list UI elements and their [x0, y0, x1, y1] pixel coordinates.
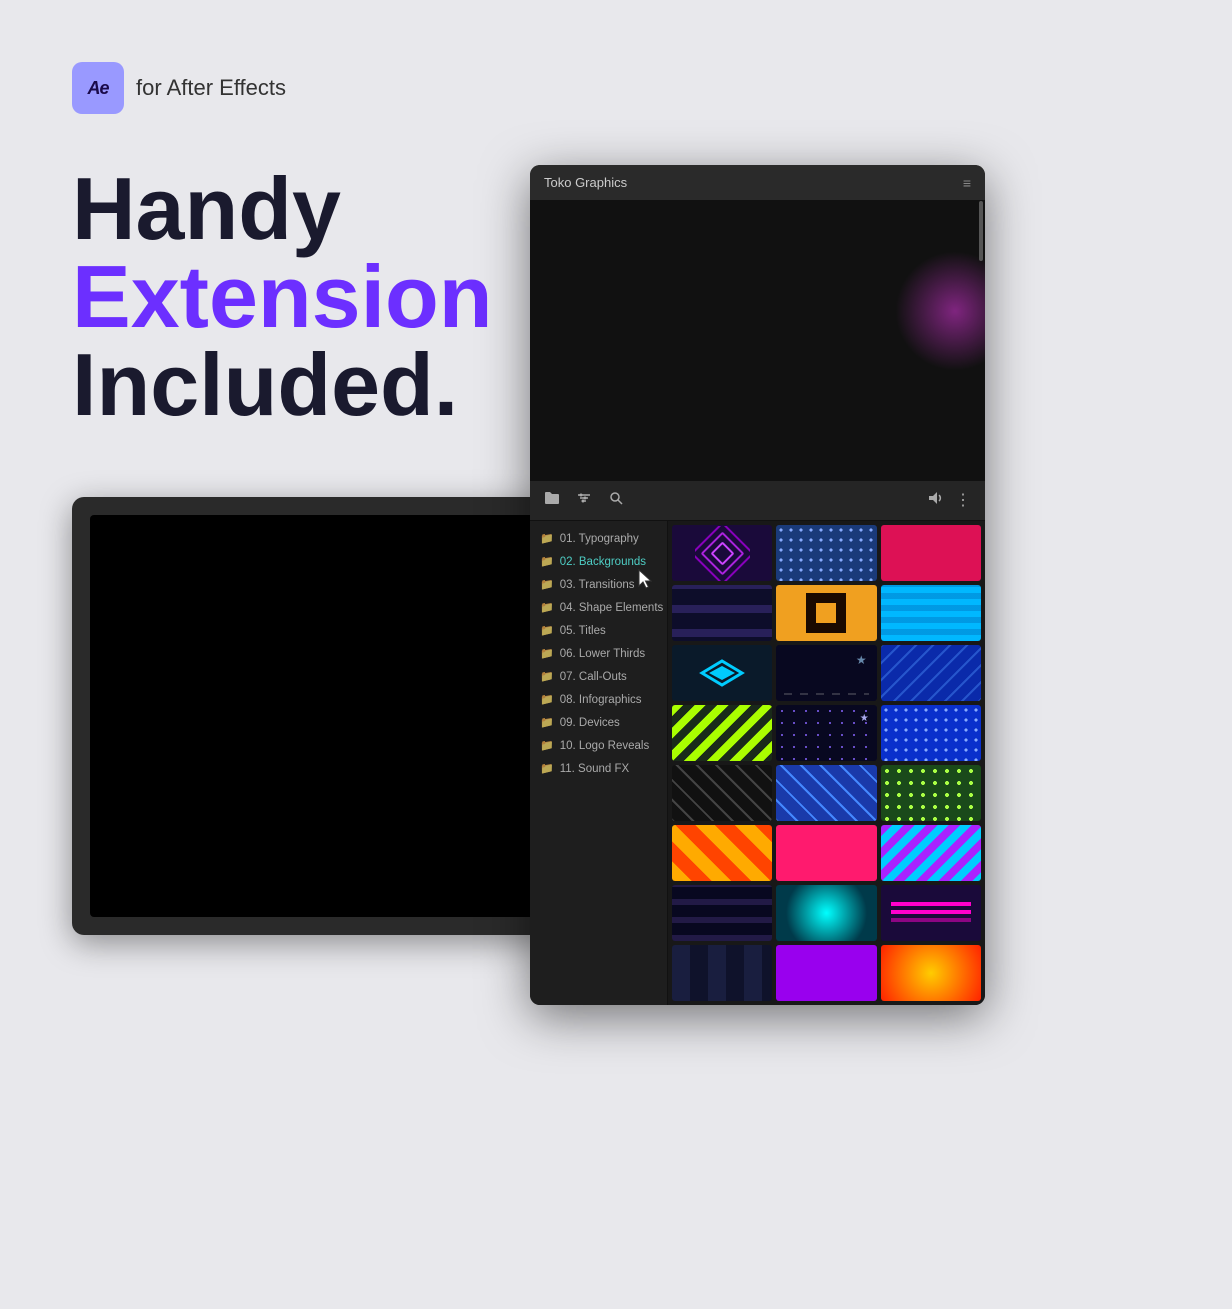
thumb-4[interactable] — [672, 585, 772, 641]
thumb-23[interactable] — [776, 945, 876, 1001]
folder-icon-4: 📁 — [540, 601, 554, 614]
thumb-6[interactable] — [881, 585, 981, 641]
sidebar-item-shape-elements[interactable]: 📁 04. Shape Elements — [530, 596, 667, 619]
panel-toolbar: ⋮ — [530, 481, 985, 521]
thumb-16[interactable] — [672, 825, 772, 881]
speaker-toolbar-icon[interactable] — [927, 490, 943, 511]
monitor-screen — [90, 515, 534, 917]
headline-line2: Extension — [72, 253, 493, 341]
sidebar-item-logo-reveals[interactable]: 📁 10. Logo Reveals — [530, 734, 667, 757]
thumb-10[interactable] — [672, 705, 772, 761]
ae-label: for After Effects — [136, 75, 286, 101]
sidebar-item-label-8: 08. Infographics — [560, 694, 642, 706]
ae-icon: Ae — [72, 62, 124, 114]
thumb-5[interactable] — [776, 585, 876, 641]
sidebar-item-sound-fx[interactable]: 📁 11. Sound FX — [530, 757, 667, 780]
monitor-frame — [72, 497, 552, 935]
thumb-19[interactable] — [672, 885, 772, 941]
thumb-24[interactable] — [881, 945, 981, 1001]
thumb-12[interactable] — [881, 705, 981, 761]
panel-body: 📁 01. Typography 📁 02. Backgrounds 📁 03.… — [530, 521, 985, 1005]
thumb-21[interactable] — [881, 885, 981, 941]
sidebar-item-devices[interactable]: 📁 09. Devices — [530, 711, 667, 734]
filter-toolbar-icon[interactable] — [576, 490, 592, 511]
panel-glow — [895, 251, 985, 371]
folder-icon-2: 📁 — [540, 555, 554, 568]
folder-icon-1: 📁 — [540, 532, 554, 545]
sidebar-item-label-4: 04. Shape Elements — [560, 602, 664, 614]
sidebar-item-typography[interactable]: 📁 01. Typography — [530, 527, 667, 550]
sidebar-item-label-6: 06. Lower Thirds — [560, 648, 645, 660]
folder-icon-10: 📁 — [540, 739, 554, 752]
thumb-8[interactable]: ★ — [776, 645, 876, 701]
folder-icon-3: 📁 — [540, 578, 554, 591]
sidebar-item-label-9: 09. Devices — [560, 717, 620, 729]
sidebar-item-lower-thirds[interactable]: 📁 06. Lower Thirds — [530, 642, 667, 665]
folder-icon-7: 📁 — [540, 670, 554, 683]
thumb-22[interactable] — [672, 945, 772, 1001]
folder-toolbar-icon[interactable] — [544, 490, 560, 511]
search-toolbar-icon[interactable] — [608, 490, 624, 511]
panel-header: Toko Graphics ≡ — [530, 165, 985, 201]
folder-icon-9: 📁 — [540, 716, 554, 729]
thumb-14[interactable] — [776, 765, 876, 821]
sidebar-item-titles[interactable]: 📁 05. Titles — [530, 619, 667, 642]
thumb-20[interactable] — [776, 885, 876, 941]
preview-area — [530, 201, 985, 481]
folder-icon-5: 📁 — [540, 624, 554, 637]
sidebar-item-label-1: 01. Typography — [560, 533, 639, 545]
thumb-grid: ★ ★ — [668, 521, 985, 1005]
headline-line1: Handy — [72, 165, 493, 253]
more-toolbar-icon[interactable]: ⋮ — [955, 490, 971, 511]
sidebar-item-call-outs[interactable]: 📁 07. Call-Outs — [530, 665, 667, 688]
extension-panel: Toko Graphics ≡ — [530, 165, 985, 1005]
thumb-17[interactable] — [776, 825, 876, 881]
sidebar-item-label-5: 05. Titles — [560, 625, 606, 637]
sidebar-item-transitions[interactable]: 📁 03. Transitions — [530, 573, 667, 596]
thumb-1[interactable] — [672, 525, 772, 581]
sidebar-item-label-7: 07. Call-Outs — [560, 671, 627, 683]
thumb-2[interactable] — [776, 525, 876, 581]
ae-badge: Ae for After Effects — [72, 62, 286, 114]
sidebar-item-backgrounds[interactable]: 📁 02. Backgrounds — [530, 550, 667, 573]
sidebar-item-label-2: 02. Backgrounds — [560, 556, 646, 568]
thumb-11[interactable]: ★ — [776, 705, 876, 761]
folder-icon-11: 📁 — [540, 762, 554, 775]
thumb-13[interactable] — [672, 765, 772, 821]
panel-title: Toko Graphics — [544, 175, 955, 190]
folder-icon-8: 📁 — [540, 693, 554, 706]
thumb-3[interactable] — [881, 525, 981, 581]
thumb-9[interactable] — [881, 645, 981, 701]
sidebar: 📁 01. Typography 📁 02. Backgrounds 📁 03.… — [530, 521, 668, 1005]
sidebar-item-label-11: 11. Sound FX — [560, 763, 629, 775]
thumb-15[interactable] — [881, 765, 981, 821]
panel-menu-icon[interactable]: ≡ — [963, 175, 971, 191]
sidebar-item-label-3: 03. Transitions — [560, 579, 635, 591]
sidebar-item-infographics[interactable]: 📁 08. Infographics — [530, 688, 667, 711]
folder-icon-6: 📁 — [540, 647, 554, 660]
toolbar-right: ⋮ — [927, 490, 971, 511]
sidebar-item-label-10: 10. Logo Reveals — [560, 740, 650, 752]
panel-scrollbar[interactable] — [979, 201, 983, 261]
headline: Handy Extension Included. — [72, 165, 493, 429]
thumb-7[interactable] — [672, 645, 772, 701]
thumb-18[interactable] — [881, 825, 981, 881]
headline-line3: Included. — [72, 341, 493, 429]
